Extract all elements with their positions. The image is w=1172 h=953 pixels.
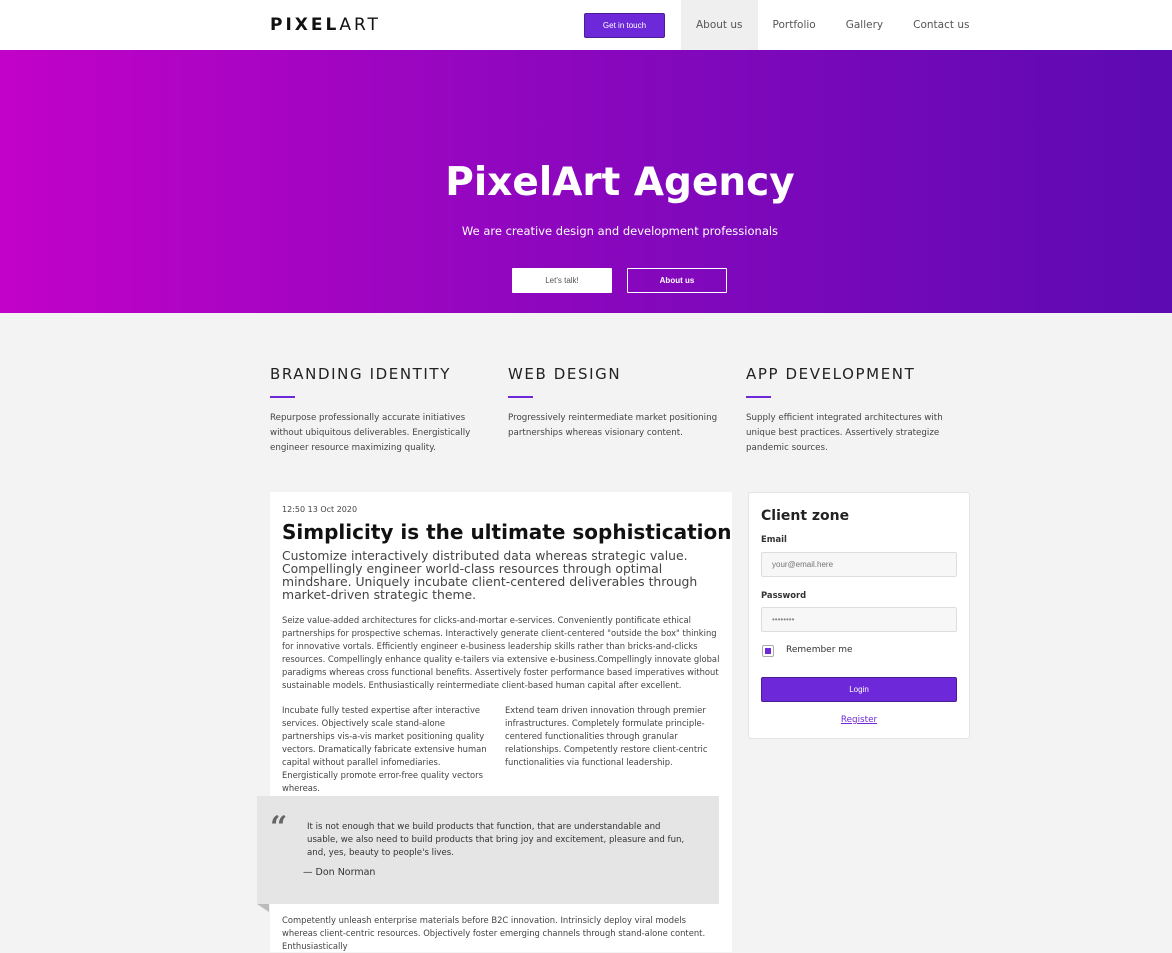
quote-tail	[257, 904, 269, 912]
quote-text: It is not enough that we build products …	[307, 822, 685, 858]
nav-portfolio[interactable]: Portfolio	[758, 0, 831, 50]
hero-title: PixelArt Agency	[445, 160, 795, 205]
password-input[interactable]	[761, 607, 957, 632]
service-divider	[508, 396, 533, 398]
service-branding: BRANDING IDENTITY Repurpose professional…	[270, 365, 490, 456]
service-title: BRANDING IDENTITY	[270, 365, 451, 383]
article-timestamp: 12:50 13 Oct 2020	[282, 505, 358, 514]
client-zone-title: Client zone	[761, 508, 850, 524]
service-web-design: WEB DESIGN Progressively reintermediate …	[508, 365, 728, 441]
blockquote: “ It is not enough that we build product…	[257, 796, 719, 904]
email-input[interactable]	[761, 552, 957, 577]
service-divider	[746, 396, 771, 398]
service-divider	[270, 396, 295, 398]
service-app-development: APP DEVELOPMENT Supply efficient integra…	[746, 365, 966, 456]
site-header: PIXELART Get in touch About us Portfolio…	[0, 0, 1172, 50]
about-us-button[interactable]: About us	[627, 268, 727, 293]
logo-light: ART	[339, 15, 381, 35]
hero-subtitle: We are creative design and development p…	[461, 224, 779, 238]
nav-contact-us[interactable]: Contact us	[898, 0, 984, 50]
register-link[interactable]: Register	[749, 715, 969, 725]
password-label: Password	[761, 590, 807, 600]
article-column-left: Incubate fully tested expertise after in…	[282, 705, 487, 793]
services-section: BRANDING IDENTITY Repurpose professional…	[0, 313, 1172, 493]
article-title: Simplicity is the ultimate sophisticatio…	[282, 520, 732, 544]
main-nav: About us Portfolio Gallery Contact us	[681, 0, 984, 50]
article-lead: Customize interactively distributed data…	[282, 548, 698, 602]
logo-bold: PIXEL	[270, 15, 340, 35]
logo[interactable]: PIXELART	[270, 15, 381, 35]
article-column-right: Extend team driven innovation through pr…	[505, 705, 708, 767]
remember-me-label: Remember me	[786, 645, 853, 655]
service-text: Supply efficient integrated architecture…	[746, 413, 943, 453]
service-text: Progressively reintermediate market posi…	[508, 413, 718, 438]
login-button[interactable]: Login	[761, 677, 957, 702]
service-title: APP DEVELOPMENT	[746, 365, 916, 383]
nav-about-us[interactable]: About us	[681, 0, 758, 50]
email-label: Email	[761, 534, 787, 544]
hero-section: PixelArt Agency We are creative design a…	[0, 50, 1172, 313]
client-zone-card: Client zone Email Password Remember me L…	[748, 492, 970, 739]
nav-gallery[interactable]: Gallery	[831, 0, 898, 50]
quote-mark-icon: “	[270, 810, 288, 845]
remember-me-checkbox[interactable]	[762, 645, 774, 657]
service-text: Repurpose professionally accurate initia…	[270, 413, 471, 453]
get-in-touch-button[interactable]: Get in touch	[584, 13, 665, 38]
service-title: WEB DESIGN	[508, 365, 622, 383]
quote-author: — Don Norman	[303, 867, 376, 878]
lets-talk-button[interactable]: Let's talk!	[512, 268, 612, 293]
article-body: Seize value-added architectures for clic…	[282, 615, 720, 690]
